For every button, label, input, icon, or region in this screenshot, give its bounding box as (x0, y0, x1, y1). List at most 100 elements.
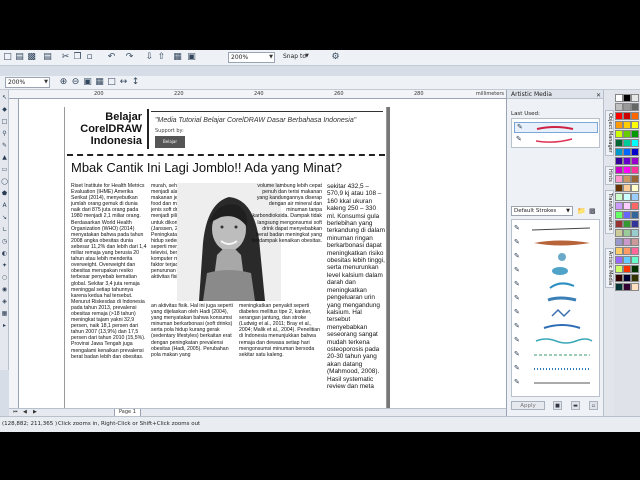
save-icon[interactable]: ▩ (26, 52, 37, 63)
cut-icon[interactable]: ✂ (60, 52, 71, 63)
color-swatch[interactable] (615, 121, 623, 129)
color-swatch[interactable] (631, 184, 639, 192)
color-swatch[interactable] (631, 103, 639, 111)
transparency-tool-icon[interactable]: ◐ (1, 250, 8, 257)
fill-tool-icon[interactable]: ◉ (1, 286, 8, 293)
color-swatch[interactable] (631, 121, 639, 129)
vertical-ruler[interactable] (9, 99, 19, 408)
print-icon[interactable]: ▤ (42, 52, 53, 63)
color-swatch[interactable] (615, 193, 623, 201)
color-swatch[interactable] (631, 148, 639, 156)
tagline-text[interactable]: "Media Tutorial Belajar CorelDRAW Dasar … (155, 117, 356, 124)
redo-icon[interactable]: ↷ (124, 52, 135, 63)
tab-hints[interactable]: Hints (605, 166, 614, 185)
color-swatch[interactable] (623, 175, 631, 183)
color-swatch[interactable] (623, 139, 631, 147)
stroke-item[interactable]: ✎ (512, 264, 599, 277)
color-swatch[interactable] (631, 265, 639, 273)
color-swatch[interactable] (615, 166, 623, 174)
zoom-page-icon[interactable]: □ (106, 77, 117, 88)
color-swatch[interactable] (615, 274, 623, 282)
color-swatch[interactable] (631, 283, 639, 291)
dimension-tool-icon[interactable]: ↘ (1, 214, 8, 221)
zoom-levels-combo[interactable]: 200% ▼ (5, 77, 50, 88)
color-swatch[interactable] (615, 103, 623, 111)
connector-tool-icon[interactable]: ∟ (1, 226, 8, 233)
color-swatch[interactable] (623, 184, 631, 192)
app-launcher-icon[interactable]: ▣ (186, 52, 197, 63)
color-swatch[interactable] (615, 229, 623, 237)
outline-tool-icon[interactable]: ○ (1, 274, 8, 281)
color-swatch[interactable] (631, 220, 639, 228)
color-swatch[interactable] (615, 112, 623, 120)
color-swatch[interactable] (631, 112, 639, 120)
document-page[interactable]: Belajar CorelDRAW Indonesia "Media Tutor… (64, 107, 387, 408)
interactive-fill-icon[interactable]: ◈ (1, 298, 8, 305)
next-page-icon[interactable]: ▶ (33, 409, 37, 415)
article-column-4[interactable]: sekitar 432,5 – 570,9 kj atau 108 – 160 … (327, 183, 385, 408)
article-column-3[interactable]: volume lambung lebih cepat penuh dan ter… (250, 183, 322, 301)
zoom-tool-icon[interactable]: ⚲ (1, 130, 8, 137)
zoom-selected-icon[interactable]: ▣ (82, 77, 93, 88)
stroke-item[interactable]: ✎ (512, 362, 599, 375)
stroke-item[interactable]: ✎ (512, 250, 599, 263)
strokes-list[interactable]: ✎ ✎ ✎ ✎ ✎ ✎ ✎ ✎ ✎ ✎ ✎ ✎ (511, 219, 600, 397)
article-headline[interactable]: Mbak Cantik Ini Lagi Jomblo!! Ada yang M… (71, 160, 342, 175)
zoom-width-icon[interactable]: ↔ (118, 77, 129, 88)
color-swatch[interactable] (623, 220, 631, 228)
publish-pdf-icon[interactable]: ▦ (172, 52, 183, 63)
color-swatch[interactable] (631, 130, 639, 138)
delete-icon[interactable]: ▬ (571, 401, 580, 410)
color-swatch[interactable] (623, 256, 631, 264)
color-swatch[interactable] (623, 211, 631, 219)
zoom-height-icon[interactable]: ↕ (130, 77, 141, 88)
color-swatch[interactable] (623, 94, 631, 102)
color-swatch[interactable] (615, 265, 623, 273)
color-swatch[interactable] (615, 157, 623, 165)
color-swatch[interactable] (631, 94, 639, 102)
more-tools-icon[interactable]: ▸ (1, 322, 8, 329)
stroke-item[interactable]: ✎ (512, 222, 599, 235)
trash-icon[interactable]: ▫ (589, 401, 598, 410)
color-swatch[interactable] (631, 166, 639, 174)
smart-fill-icon[interactable]: ▲ (1, 154, 8, 161)
color-swatch[interactable] (623, 283, 631, 291)
color-swatch[interactable] (623, 265, 631, 273)
tab-artistic-media[interactable]: Artistic Media (605, 248, 614, 289)
color-swatch[interactable] (615, 247, 623, 255)
color-swatch[interactable] (631, 157, 639, 165)
last-used-stroke-2[interactable]: ✎ (514, 135, 598, 146)
color-swatch[interactable] (623, 202, 631, 210)
color-swatch[interactable] (623, 112, 631, 120)
stroke-item[interactable]: ✎ (512, 278, 599, 291)
color-swatch[interactable] (623, 130, 631, 138)
zoom-all-icon[interactable]: ▦ (94, 77, 105, 88)
color-swatch[interactable] (623, 157, 631, 165)
horizontal-ruler[interactable]: 200 220 240 260 280 millimeters (9, 90, 506, 99)
copy-icon[interactable]: ❐ (72, 52, 83, 63)
article-column-1[interactable]: Riset Institute for Health Metrics Evalu… (71, 183, 147, 408)
color-swatch[interactable] (623, 121, 631, 129)
stroke-category-select[interactable]: Default Strokes ▼ (511, 206, 573, 216)
color-swatch[interactable] (615, 220, 623, 228)
color-swatch[interactable] (615, 139, 623, 147)
pick-tool-icon[interactable]: ↖ (1, 94, 8, 101)
color-swatch[interactable] (615, 148, 623, 156)
color-swatch[interactable] (631, 229, 639, 237)
zoom-out-icon[interactable]: ⊖ (70, 77, 81, 88)
zoom-level-combo[interactable]: 200% ▼ (228, 52, 275, 63)
browse-folder-icon[interactable]: 📁 (577, 207, 586, 215)
color-swatch[interactable] (615, 130, 623, 138)
last-used-stroke-1[interactable]: ✎ (514, 122, 598, 133)
shape-tool-icon[interactable]: ◆ (1, 106, 8, 113)
color-swatch[interactable] (615, 256, 623, 264)
zoom-in-icon[interactable]: ⊕ (58, 77, 69, 88)
stroke-item[interactable]: ✎ (512, 376, 599, 389)
import-icon[interactable]: ⇩ (144, 52, 155, 63)
color-swatch[interactable] (623, 193, 631, 201)
close-icon[interactable]: ✕ (596, 91, 601, 100)
color-swatch[interactable] (631, 256, 639, 264)
color-swatch[interactable] (631, 247, 639, 255)
color-swatch[interactable] (623, 229, 631, 237)
snap-to-chevron-icon[interactable]: ▼ (305, 53, 309, 59)
